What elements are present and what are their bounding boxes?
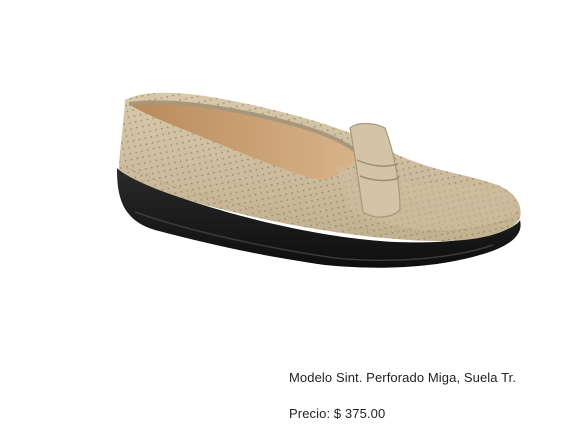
product-model-text: Modelo Sint. Perforado Miga, Suela Tr. — [289, 370, 517, 385]
product-price-text: Precio: $ 375.00 — [289, 406, 386, 421]
shoe-image — [117, 92, 521, 268]
product-page: Modelo Sint. Perforado Miga, Suela Tr. P… — [0, 0, 577, 433]
